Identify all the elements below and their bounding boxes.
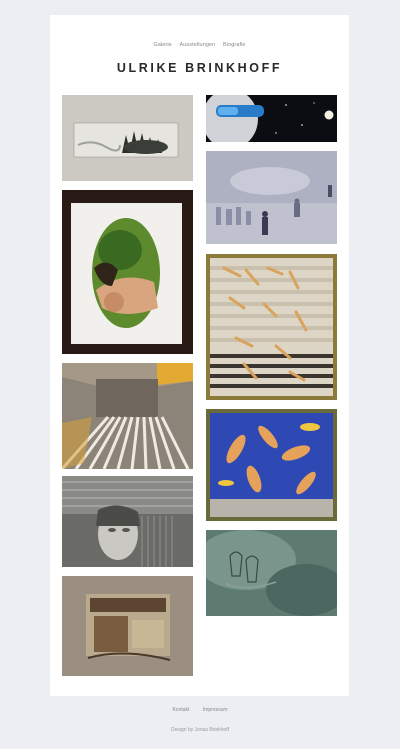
nav-item-biografie[interactable]: Biografie	[223, 42, 246, 48]
gallery-item-2[interactable]	[206, 95, 337, 142]
artwork-foggy-figures	[206, 151, 337, 244]
design-credit: Design by Jonas Brinkhoff	[171, 727, 229, 733]
artwork-corridor-stripes	[62, 363, 193, 469]
nav-item-ausstellungen[interactable]: Ausstellungen	[179, 42, 215, 48]
gallery-item-3[interactable]	[206, 151, 337, 244]
artwork-grey-face-lines	[62, 476, 193, 567]
main-nav: Galerie Ausstellungen Biografie	[50, 42, 349, 48]
gallery-item-1[interactable]	[62, 95, 193, 181]
gallery-item-10[interactable]	[62, 576, 193, 676]
nav-item-galerie[interactable]: Galerie	[153, 42, 171, 48]
gallery-item-6[interactable]	[62, 363, 193, 469]
gallery-item-5[interactable]	[206, 254, 337, 400]
gallery-item-8[interactable]	[62, 476, 193, 567]
footer-link-impressum[interactable]: Impressum	[203, 707, 228, 713]
gallery-item-4[interactable]	[62, 190, 193, 354]
footer-links: Kontakt Impressum	[0, 707, 400, 713]
artwork-brown-collage	[62, 576, 193, 676]
gallery-item-7[interactable]	[206, 409, 337, 521]
gallery-item-9[interactable]	[206, 530, 337, 616]
content-card: Galerie Ausstellungen Biografie ULRIKE B…	[50, 15, 349, 696]
artwork-oval-figure	[62, 190, 193, 354]
artwork-face-sunglasses	[206, 95, 337, 142]
site-title[interactable]: ULRIKE BRINKHOFF	[50, 61, 349, 75]
artwork-blue-dancers-frame	[206, 409, 337, 521]
artwork-green-abstract	[206, 530, 337, 616]
artwork-falling-figures-frame	[206, 254, 337, 400]
artwork-dark-plant-print	[62, 95, 193, 181]
footer-link-kontakt[interactable]: Kontakt	[172, 707, 189, 713]
